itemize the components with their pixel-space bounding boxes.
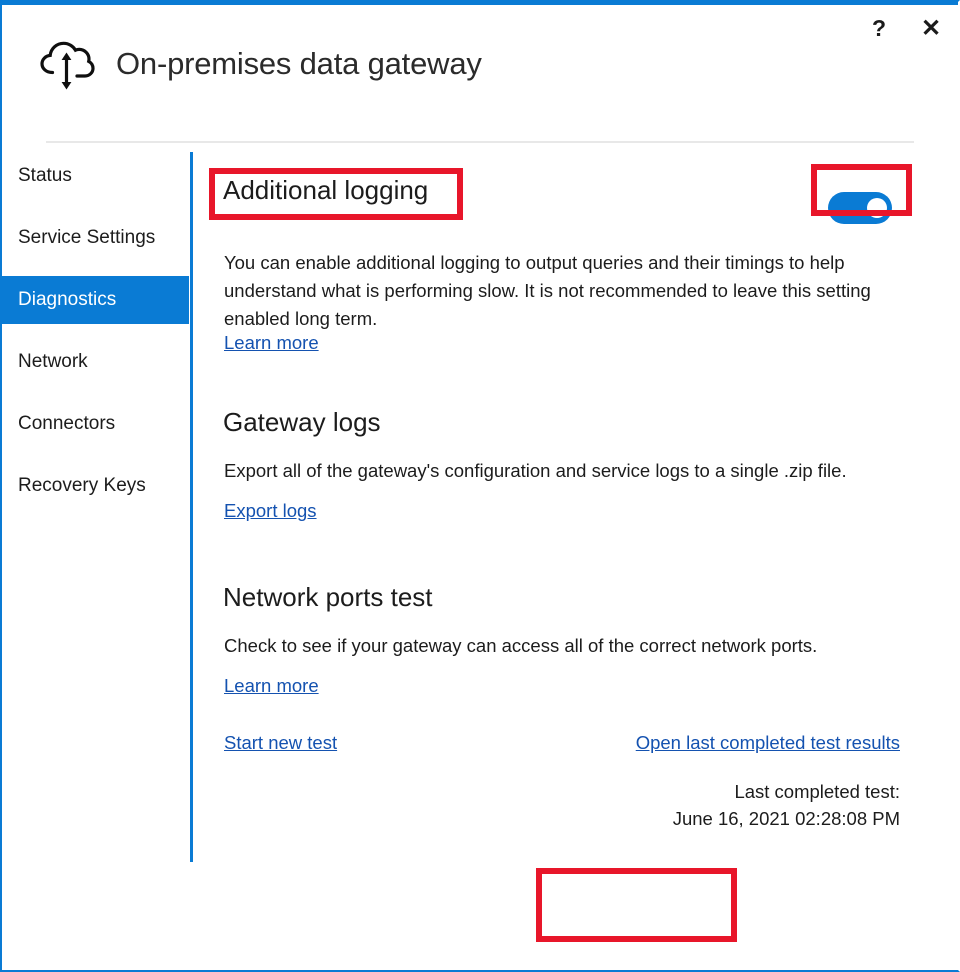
gateway-logs-heading: Gateway logs [223,407,381,438]
sidebar-item-status[interactable]: Status [2,152,189,200]
network-ports-test-actions: Start new test Open last completed test … [224,732,900,754]
last-completed-test-info: Last completed test: June 16, 2021 02:28… [673,779,900,833]
title-bar: ? ✕ On-premises data gateway [2,5,958,135]
window-controls: ? ✕ [864,13,946,43]
help-icon[interactable]: ? [864,13,894,43]
start-new-test-link[interactable]: Start new test [224,732,337,754]
additional-logging-toggle[interactable] [828,192,892,224]
export-logs-link[interactable]: Export logs [224,500,317,522]
sidebar-item-service-settings[interactable]: Service Settings [2,214,189,262]
network-ports-test-description: Check to see if your gateway can access … [224,632,817,660]
gateway-settings-window: ? ✕ On-premises data gateway Status Serv… [0,0,960,972]
gateway-logs-section: Gateway logs Export all of the gateway's… [223,407,923,438]
sidebar-divider [190,152,193,862]
sidebar-nav: Status Service Settings Diagnostics Netw… [2,152,189,864]
sidebar-item-network[interactable]: Network [2,338,189,386]
additional-logging-toggle-wrap [828,192,892,224]
sidebar-item-label: Network [18,351,88,373]
sidebar-item-label: Connectors [18,413,115,435]
last-completed-test-timestamp: June 16, 2021 02:28:08 PM [673,806,900,833]
diagnostics-panel: Additional logging You can enable additi… [223,157,923,857]
network-ports-test-section: Network ports test Check to see if your … [223,582,923,613]
sidebar-item-label: Service Settings [18,227,155,249]
sidebar-item-label: Diagnostics [18,289,116,311]
additional-logging-description: You can enable additional logging to out… [224,249,916,333]
toggle-knob [867,198,887,218]
sidebar-item-recovery-keys[interactable]: Recovery Keys [2,462,189,510]
page-title: On-premises data gateway [116,46,482,82]
additional-logging-section: Additional logging You can enable additi… [223,175,923,206]
header-divider [46,141,914,143]
sidebar-item-label: Status [18,165,72,187]
network-ports-learn-more-link[interactable]: Learn more [224,675,319,697]
dialog-footer: Apply Close [2,864,958,970]
close-icon[interactable]: ✕ [916,13,946,43]
app-header: On-premises data gateway [38,35,482,93]
cloud-updown-arrow-icon [38,35,96,93]
gateway-logs-description: Export all of the gateway's configuratio… [224,457,847,485]
last-completed-test-label: Last completed test: [673,779,900,806]
network-ports-test-heading: Network ports test [223,582,433,613]
sidebar-item-connectors[interactable]: Connectors [2,400,189,448]
additional-logging-learn-more-link[interactable]: Learn more [224,332,319,354]
sidebar-item-diagnostics[interactable]: Diagnostics [2,276,189,324]
sidebar-item-label: Recovery Keys [18,475,146,497]
additional-logging-heading: Additional logging [223,175,428,206]
open-last-test-results-link[interactable]: Open last completed test results [636,732,900,754]
